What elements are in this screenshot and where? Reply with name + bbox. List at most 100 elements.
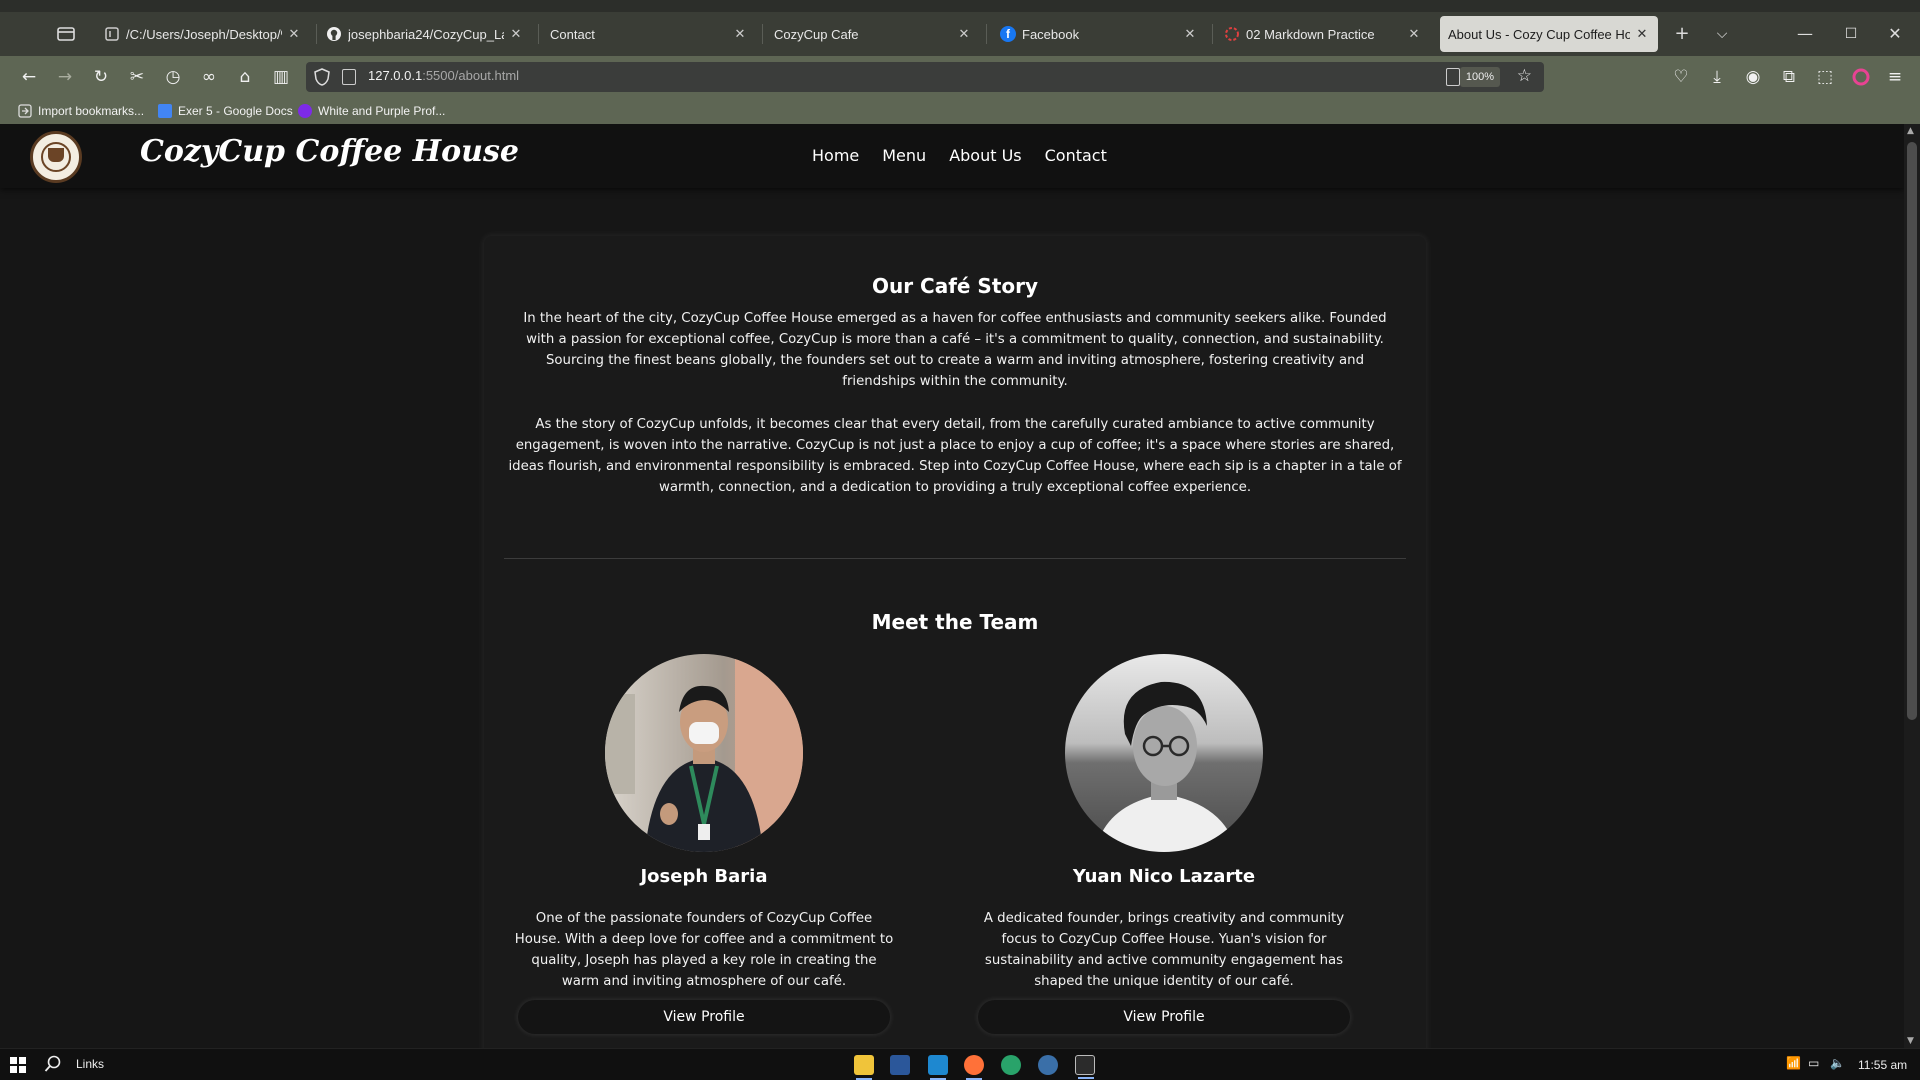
firefox-icon[interactable]	[964, 1055, 984, 1080]
file-explorer-icon[interactable]	[854, 1055, 874, 1080]
bookmark-label: White and Purple Prof...	[318, 104, 446, 118]
minimize-icon[interactable]: —	[1782, 18, 1828, 50]
url-text[interactable]: 127.0.0.1:5500/about.html	[368, 68, 519, 83]
home-icon[interactable]: ⌂	[230, 62, 260, 92]
view-profile-button[interactable]: View Profile	[518, 1000, 890, 1034]
tab-title: josephbaria24/CozyCup_Lazarte	[348, 26, 504, 42]
bookmark-star-icon[interactable]: ☆	[1517, 66, 1532, 86]
member-bio: One of the passionate founders of CozyCu…	[514, 911, 894, 989]
coffee-cup-icon	[48, 148, 64, 162]
tab-close-icon[interactable]: ✕	[732, 26, 748, 42]
private-mask-icon[interactable]: ∞	[194, 62, 224, 92]
site-nav: Home Menu About Us Contact	[812, 146, 1107, 165]
search-icon[interactable]	[44, 1055, 62, 1077]
bookmark-import[interactable]: Import bookmarks...	[18, 101, 144, 121]
screenshot-icon[interactable]: ✂	[122, 62, 152, 92]
tab-close-icon[interactable]: ✕	[1634, 26, 1650, 42]
extension-puzzle-icon[interactable]: ⬚	[1810, 62, 1840, 92]
page-scrollbar[interactable]: ▲ ▼	[1904, 124, 1920, 1048]
nav-contact[interactable]: Contact	[1045, 146, 1107, 165]
story-heading: Our Café Story	[871, 274, 1039, 298]
tab-close-icon[interactable]: ✕	[956, 26, 972, 42]
terminal-icon[interactable]	[1075, 1055, 1095, 1079]
taskbar-clock[interactable]: 11:55 am	[1858, 1058, 1907, 1072]
tab-github[interactable]: josephbaria24/CozyCup_Lazarte ✕	[318, 18, 532, 50]
navigation-toolbar: ← → ↻ ✂ ◷ ∞ ⌂ ▥ 127.0.0.1:5500/about.htm…	[0, 56, 1920, 98]
tab-markdown[interactable]: 02 Markdown Practice ✕	[1216, 18, 1430, 50]
tab-close-icon[interactable]: ✕	[1406, 26, 1422, 42]
color-extension-icon[interactable]	[1846, 62, 1876, 92]
list-tabs-icon[interactable]: ⌵	[1706, 18, 1738, 50]
view-profile-button[interactable]: View Profile	[978, 1000, 1350, 1034]
tab-title: 02 Markdown Practice	[1246, 26, 1375, 42]
battery-icon[interactable]: ▭	[1808, 1056, 1819, 1070]
nav-menu[interactable]: Menu	[882, 146, 926, 165]
tab-contact[interactable]: Contact ✕	[542, 18, 756, 50]
browser-chrome: /C:/Users/Joseph/Desktop/%23 ✕ josephbar…	[0, 0, 1920, 124]
forward-icon[interactable]: →	[50, 62, 80, 92]
volume-icon[interactable]: 🔈	[1830, 1056, 1845, 1070]
page-info-icon[interactable]	[342, 69, 356, 85]
member-bio: A dedicated founder, brings creativity a…	[983, 911, 1345, 989]
nav-home[interactable]: Home	[812, 146, 859, 165]
bookmark-google-docs[interactable]: Exer 5 - Google Docs	[158, 101, 293, 121]
scroll-down-icon[interactable]: ▼	[1907, 1036, 1914, 1046]
tab-separator	[986, 24, 987, 44]
maximize-icon[interactable]: ☐	[1828, 18, 1874, 50]
vscode-icon[interactable]	[928, 1055, 948, 1080]
nav-about-us[interactable]: About Us	[949, 146, 1021, 165]
scroll-up-icon[interactable]: ▲	[1907, 126, 1914, 136]
reader-view-icon[interactable]	[1446, 68, 1460, 86]
tab-close-icon[interactable]: ✕	[508, 26, 524, 42]
bookmarks-toolbar: Import bookmarks... Exer 5 - Google Docs…	[0, 98, 1920, 124]
tab-title: About Us - Cozy Cup Coffee House	[1448, 26, 1630, 42]
member-name: Joseph Baria	[640, 866, 768, 887]
tab-separator	[316, 24, 317, 44]
tab-close-icon[interactable]: ✕	[286, 26, 302, 42]
history-icon[interactable]: ◷	[158, 62, 188, 92]
tab-close-icon[interactable]: ✕	[1182, 26, 1198, 42]
new-tab-icon[interactable]: +	[1666, 18, 1698, 50]
reload-icon[interactable]: ↻	[86, 62, 116, 92]
cozycup-logo[interactable]	[30, 131, 82, 183]
network-icon[interactable]: 📶	[1786, 1056, 1801, 1070]
downloads-icon[interactable]: ⤓	[1702, 62, 1732, 92]
scrollbar-thumb[interactable]	[1907, 142, 1917, 720]
tab-facebook[interactable]: f Facebook ✕	[992, 18, 1206, 50]
bookmark-label: Import bookmarks...	[38, 104, 145, 118]
pocket-icon[interactable]: ♡	[1666, 62, 1696, 92]
page-viewport: CozyCup Coffee House Home Menu About Us …	[0, 124, 1904, 1048]
menu-icon[interactable]: ≡	[1880, 62, 1910, 92]
story-paragraph-1: In the heart of the city, CozyCup Coffee…	[523, 311, 1387, 389]
back-icon[interactable]: ←	[14, 62, 44, 92]
tab-about-us[interactable]: About Us - Cozy Cup Coffee House ✕	[1440, 16, 1658, 52]
steam-icon[interactable]	[1038, 1055, 1058, 1075]
firefox-view-icon[interactable]	[54, 22, 78, 46]
section-divider	[504, 558, 1406, 559]
member-photo	[1065, 654, 1263, 852]
member-photo	[605, 654, 803, 852]
import-icon	[18, 104, 32, 118]
site-header: CozyCup Coffee House Home Menu About Us …	[0, 124, 1904, 188]
sidebar-icon[interactable]: ▥	[266, 62, 296, 92]
shield-icon[interactable]	[314, 68, 330, 86]
tab-title: /C:/Users/Joseph/Desktop/%23	[126, 26, 282, 42]
zoom-level[interactable]: 100%	[1459, 67, 1500, 87]
account-icon[interactable]: ◉	[1738, 62, 1768, 92]
extensions-icon[interactable]: ⧉	[1774, 62, 1804, 92]
tab-file[interactable]: /C:/Users/Joseph/Desktop/%23 ✕	[96, 18, 310, 50]
site-brand[interactable]: CozyCup Coffee House	[140, 134, 519, 169]
docs-icon	[158, 104, 172, 118]
tab-title: CozyCup Cafe	[774, 26, 859, 42]
windows-start-icon[interactable]	[10, 1057, 26, 1073]
close-window-icon[interactable]: ✕	[1872, 18, 1918, 50]
word-icon[interactable]	[890, 1055, 910, 1075]
edge-icon[interactable]	[1001, 1055, 1021, 1075]
tab-separator	[538, 24, 539, 44]
tab-cozycup-cafe[interactable]: CozyCup Cafe ✕	[766, 18, 980, 50]
facebook-icon: f	[1000, 26, 1016, 42]
taskbar-links-label[interactable]: Links	[76, 1057, 104, 1071]
bookmark-label: Exer 5 - Google Docs	[178, 104, 293, 118]
url-bar[interactable]: 127.0.0.1:5500/about.html 100% ☆	[306, 62, 1544, 92]
bookmark-canva[interactable]: White and Purple Prof...	[298, 101, 445, 121]
